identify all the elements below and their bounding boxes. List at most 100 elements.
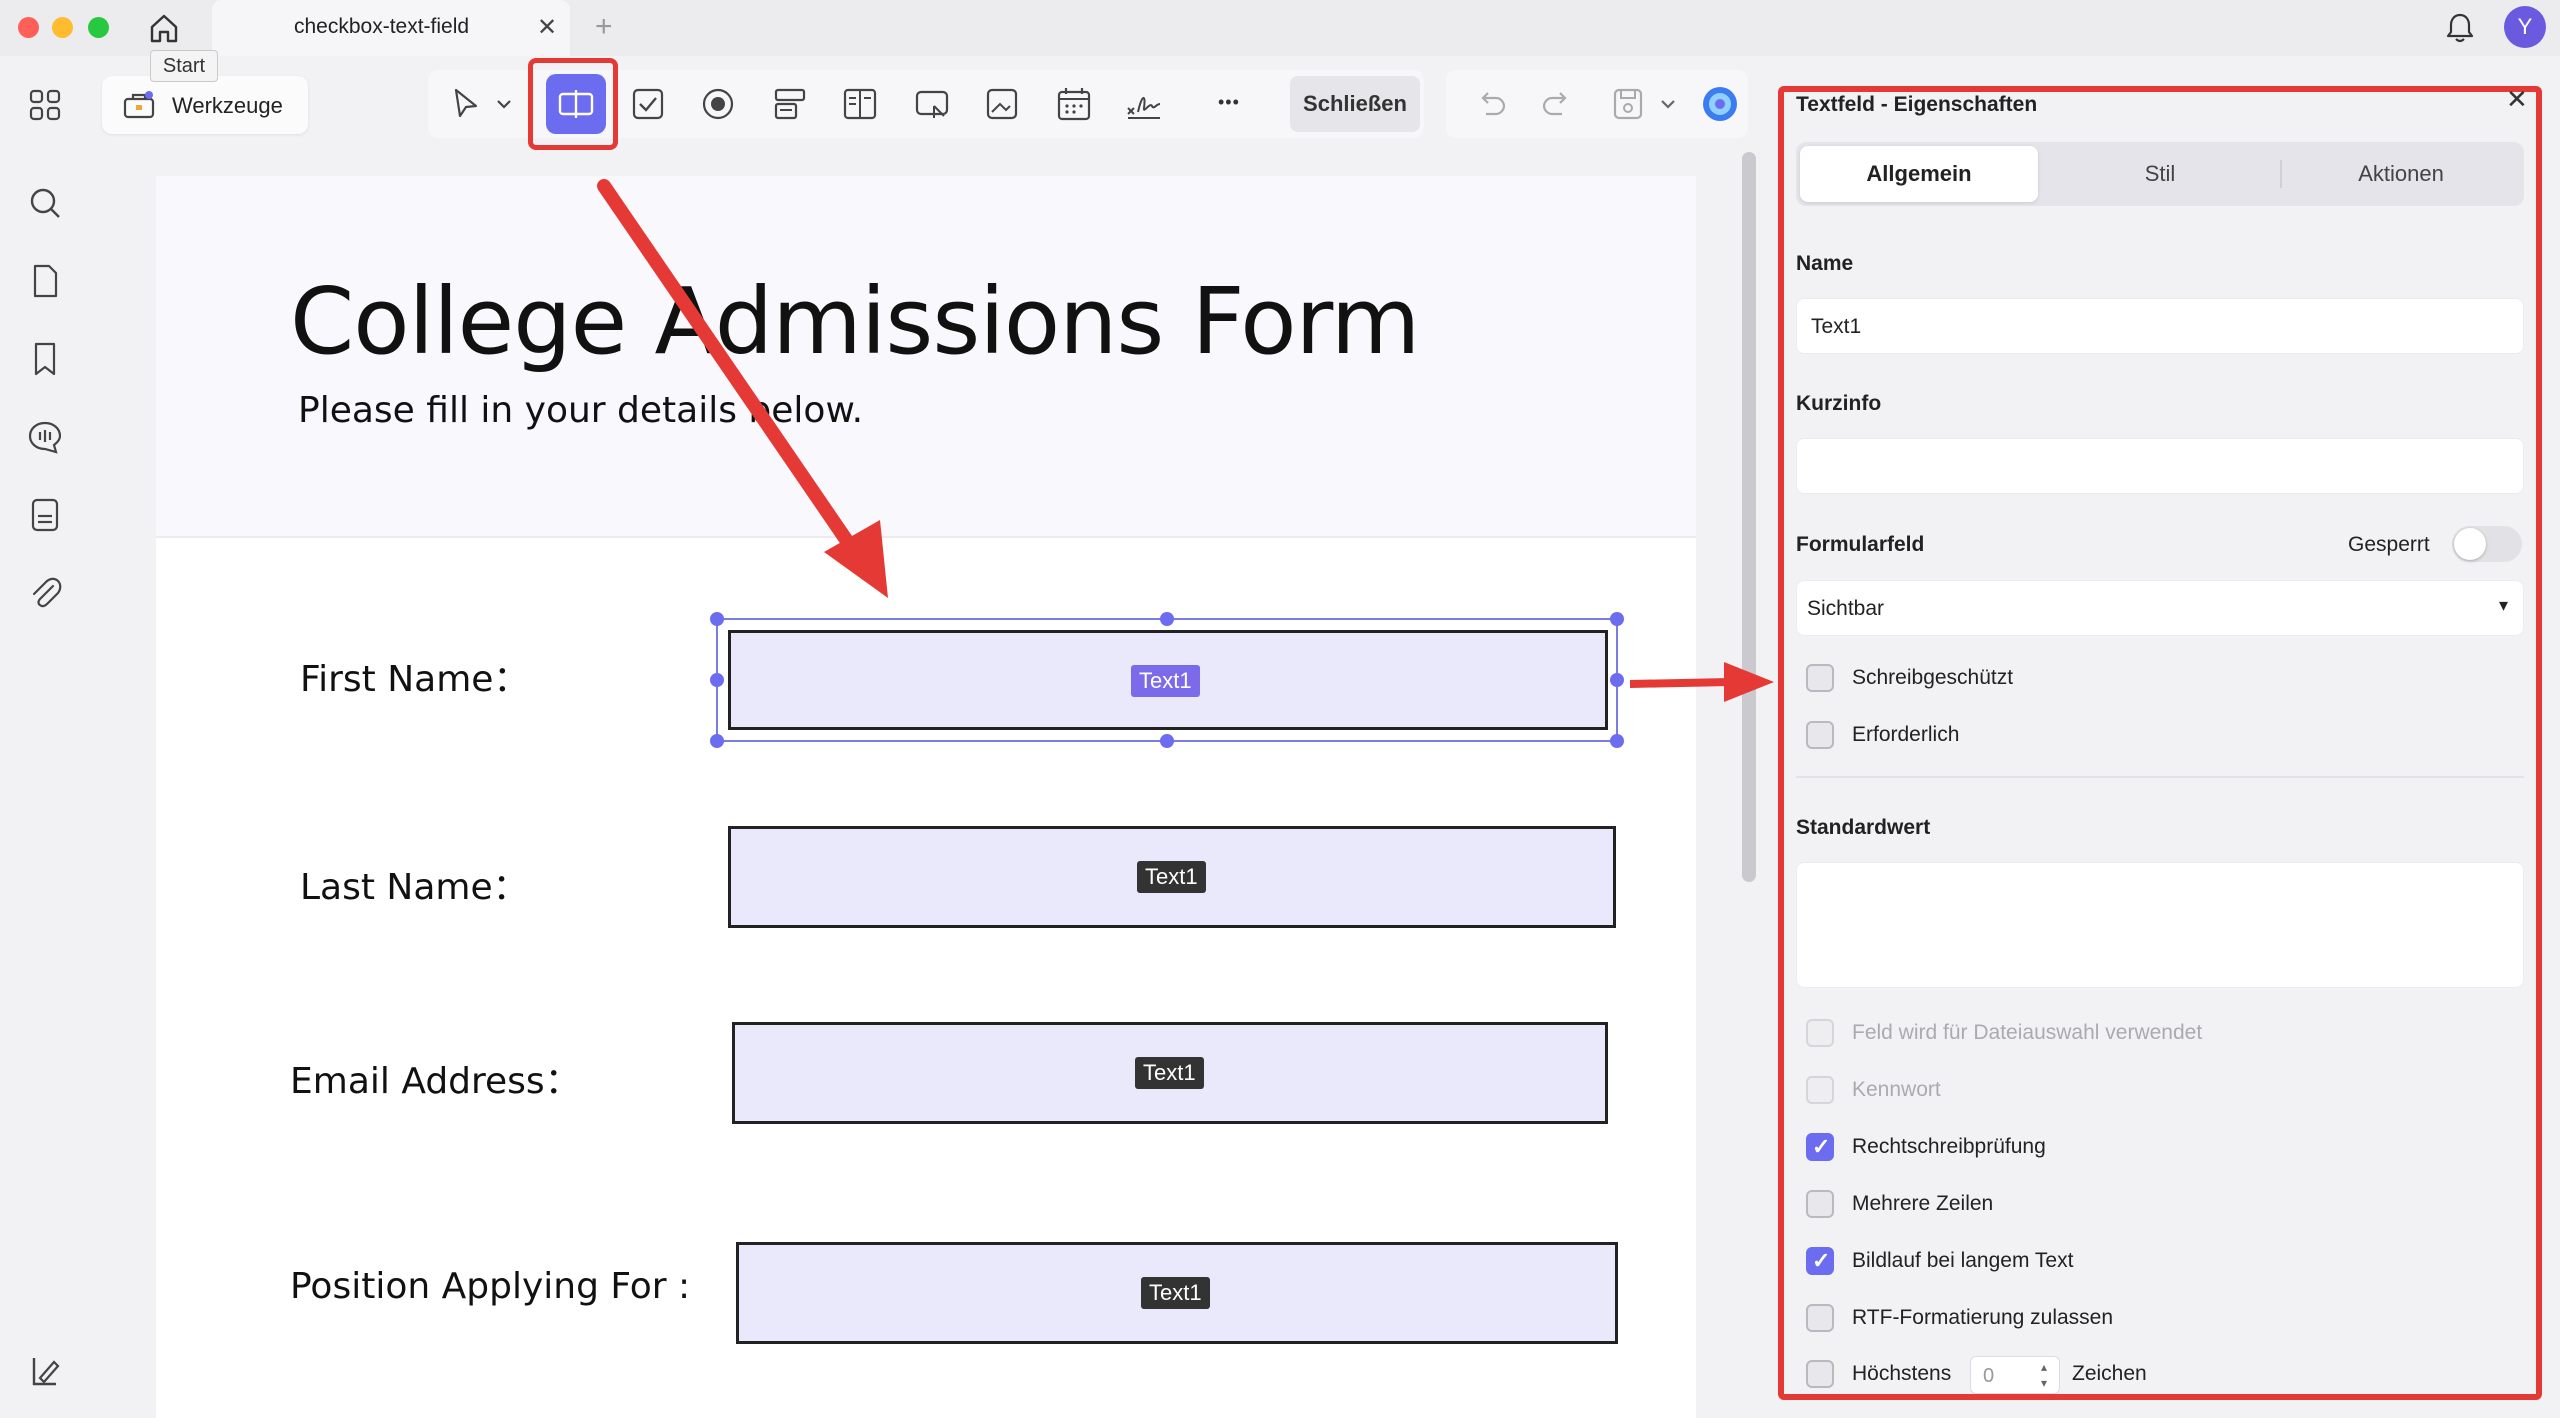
pointer-icon[interactable]: [446, 84, 486, 124]
required-checkbox[interactable]: [1806, 721, 1834, 749]
comment-icon[interactable]: [26, 418, 64, 456]
multiline-checkbox[interactable]: [1806, 1190, 1834, 1218]
checkmark-icon: ✓: [1812, 1134, 1831, 1159]
max-chars-unit: Zeichen: [2072, 1362, 2147, 1385]
resize-handle[interactable]: [1610, 612, 1624, 626]
tools-button[interactable]: Werkzeuge: [102, 76, 308, 134]
name-input-value: Text1: [1811, 315, 1862, 338]
resize-handle[interactable]: [1160, 734, 1174, 748]
resize-handle[interactable]: [1160, 612, 1174, 626]
page-header: College Admissions Form Please fill in y…: [156, 176, 1696, 538]
locked-toggle-knob[interactable]: [2454, 528, 2486, 560]
left-rail: [0, 56, 92, 1418]
undo-icon[interactable]: [1472, 84, 1512, 124]
new-tab-button[interactable]: +: [595, 10, 613, 44]
scroll-long-text-label: Bildlauf bei langem Text: [1852, 1249, 2074, 1272]
locked-label: Gesperrt: [2348, 533, 2430, 556]
zoom-window-button[interactable]: [88, 17, 109, 38]
home-icon[interactable]: [146, 10, 182, 46]
document-scrollbar[interactable]: [1742, 152, 1756, 882]
field-name-tag: Text1: [1141, 1277, 1210, 1309]
max-chars-label: Höchstens: [1852, 1362, 1952, 1385]
panel-title: Textfeld - Eigenschaften: [1796, 93, 2038, 116]
user-avatar[interactable]: Y: [2504, 6, 2546, 48]
tooltip-input[interactable]: [1796, 438, 2524, 494]
checkmark-icon: ✓: [1812, 1248, 1831, 1273]
attachment-icon[interactable]: [26, 574, 64, 612]
resize-handle[interactable]: [1610, 673, 1624, 687]
list-box-tool-icon[interactable]: [840, 84, 880, 124]
search-icon[interactable]: [26, 184, 64, 222]
combo-box-tool-icon[interactable]: [770, 84, 810, 124]
signature-tool-icon[interactable]: [1124, 84, 1164, 124]
bell-icon[interactable]: [2442, 10, 2478, 46]
stepper-arrows-icon[interactable]: ▴ ▾: [2041, 1359, 2047, 1391]
name-label: Name: [1796, 252, 1854, 275]
date-tool-icon[interactable]: [1054, 84, 1094, 124]
redo-icon[interactable]: [1536, 84, 1576, 124]
close-window-button[interactable]: [18, 17, 39, 38]
chevron-down-icon[interactable]: [492, 92, 516, 116]
tab-actions[interactable]: Aktionen: [2282, 146, 2520, 202]
last-name-label: Last Name：: [300, 867, 529, 908]
properties-tabs: Allgemein Stil Aktionen: [1796, 142, 2524, 206]
save-menu-chevron-icon[interactable]: [1656, 92, 1680, 116]
image-tool-icon[interactable]: [982, 84, 1022, 124]
field-name-tag: Text1: [1137, 861, 1206, 893]
resize-handle[interactable]: [710, 612, 724, 626]
email-label: Email Address：: [290, 1061, 581, 1102]
home-tooltip: Start: [150, 50, 218, 82]
name-input[interactable]: Text1: [1796, 298, 2524, 354]
file-select-checkbox: [1806, 1019, 1834, 1047]
scroll-long-text-checkbox[interactable]: ✓: [1806, 1247, 1834, 1275]
thumbnails-icon[interactable]: [26, 86, 64, 124]
tab-title: checkbox-text-field: [294, 15, 470, 38]
password-checkbox: [1806, 1076, 1834, 1104]
visibility-select[interactable]: Sichtbar ▾: [1796, 580, 2524, 636]
pdf-page: College Admissions Form Please fill in y…: [156, 176, 1696, 1418]
spellcheck-checkbox[interactable]: ✓: [1806, 1133, 1834, 1161]
tab-close-icon[interactable]: ✕: [537, 13, 557, 42]
readonly-label: Schreibgeschützt: [1852, 666, 2014, 689]
save-icon[interactable]: [1608, 84, 1648, 124]
multiline-label: Mehrere Zeilen: [1852, 1192, 1994, 1215]
position-label: Position Applying For :: [290, 1266, 691, 1307]
button-tool-icon[interactable]: [912, 84, 952, 124]
checkbox-tool-icon[interactable]: [628, 84, 668, 124]
ai-assistant-icon[interactable]: [1700, 84, 1740, 124]
toolbox-icon: [123, 91, 155, 119]
email-field[interactable]: Text1: [732, 1022, 1608, 1124]
more-options-icon[interactable]: •••: [1218, 92, 1240, 113]
page-icon[interactable]: [26, 262, 64, 300]
bookmark-icon[interactable]: [26, 340, 64, 378]
document-tab[interactable]: checkbox-text-field ✕: [212, 0, 570, 56]
default-value-input[interactable]: [1796, 862, 2524, 988]
default-value-label: Standardwert: [1796, 816, 1931, 839]
field-name-tag: Text1: [1135, 1057, 1204, 1089]
max-chars-stepper[interactable]: 0 ▴ ▾: [1970, 1356, 2060, 1394]
max-chars-checkbox[interactable]: [1806, 1360, 1834, 1388]
spellcheck-label: Rechtschreibprüfung: [1852, 1135, 2046, 1158]
rich-text-label: RTF-Formatierung zulassen: [1852, 1306, 2114, 1329]
last-name-field[interactable]: Text1: [728, 826, 1616, 928]
document-subtitle: Please fill in your details below.: [298, 390, 864, 431]
first-name-label: First Name：: [300, 659, 530, 700]
app-logo-icon[interactable]: [26, 1352, 64, 1390]
position-field[interactable]: Text1: [736, 1242, 1618, 1344]
close-icon[interactable]: ✕: [2506, 84, 2528, 115]
resize-handle[interactable]: [1610, 734, 1624, 748]
minimize-window-button[interactable]: [52, 17, 73, 38]
form-field-label: Formularfeld: [1796, 533, 1925, 556]
password-label: Kennwort: [1852, 1078, 1941, 1101]
form-icon[interactable]: [26, 496, 64, 534]
selection-frame: [716, 618, 1618, 742]
close-form-edit-button[interactable]: Schließen: [1290, 76, 1420, 132]
radio-tool-icon[interactable]: [698, 84, 738, 124]
resize-handle[interactable]: [710, 673, 724, 687]
rich-text-checkbox[interactable]: [1806, 1304, 1834, 1332]
readonly-checkbox[interactable]: [1806, 664, 1834, 692]
document-title: College Admissions Form: [290, 268, 1420, 375]
tab-general[interactable]: Allgemein: [1800, 146, 2038, 202]
tab-style[interactable]: Stil: [2041, 146, 2279, 202]
resize-handle[interactable]: [710, 734, 724, 748]
